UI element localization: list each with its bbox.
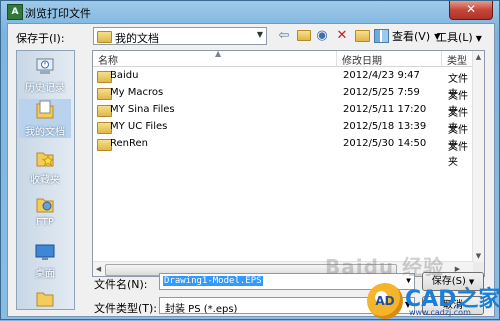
places-bar: 历史记录 我的文档 收藏夹 FTP 桌面 xyxy=(16,50,75,310)
search-web-icon[interactable]: ◉ xyxy=(314,28,330,44)
look-in-dropdown[interactable]: 我的文档 ▼ xyxy=(93,27,267,45)
column-header-type[interactable]: 类型 xyxy=(447,52,467,67)
file-modified: 2012/5/11 17:20 xyxy=(343,104,427,115)
look-in-label: 保存于(I): xyxy=(16,32,65,45)
file-row[interactable]: Baidu 2012/4/23 9:47 文件夹 xyxy=(93,68,474,100)
chevron-down-icon[interactable]: ▼ xyxy=(257,30,263,39)
place-my-documents[interactable]: 我的文档 xyxy=(19,99,71,138)
scroll-left-icon[interactable]: ◀ xyxy=(93,263,104,275)
desktop-icon xyxy=(35,244,55,260)
my-documents-icon xyxy=(36,100,54,119)
views-button[interactable]: 查看(V) ▼ xyxy=(374,28,440,44)
sort-ascending-icon: ▲ xyxy=(215,49,222,58)
file-row[interactable]: MY Sina Files 2012/5/11 17:20 文件夹 xyxy=(93,102,474,134)
file-modified: 2012/5/18 13:39 xyxy=(343,121,427,132)
file-name: My Macros xyxy=(110,87,164,98)
title-bar[interactable]: A 浏览打印文件 ✕ xyxy=(1,1,499,23)
folder-icon xyxy=(36,292,54,307)
file-type: 文件夹 xyxy=(448,142,468,168)
file-name-label: 文件名(N): xyxy=(94,278,148,291)
file-list-header: 名称 ▲ 修改日期 类型 xyxy=(93,49,474,67)
scroll-up-icon[interactable]: ▲ xyxy=(473,51,484,63)
place-label: 收藏夹 xyxy=(30,175,60,186)
dialog-window: A 浏览打印文件 ✕ 保存于(I): 我的文档 ▼ ⇦ ◉ ✕ 查看(V) ▼ 工… xyxy=(0,0,500,320)
baidu-watermark: Baidu 经验 xyxy=(325,255,445,279)
views-icon xyxy=(374,29,389,43)
column-divider[interactable] xyxy=(441,51,442,66)
back-icon[interactable]: ⇦ xyxy=(276,28,292,44)
up-folder-icon[interactable] xyxy=(296,28,312,44)
place-more[interactable] xyxy=(19,287,71,311)
file-type-value: 封装 PS (*.eps) xyxy=(165,304,238,315)
column-header-modified[interactable]: 修改日期 xyxy=(342,52,382,67)
file-modified: 2012/5/25 7:59 xyxy=(343,87,420,98)
file-type-label: 文件类型(T): xyxy=(94,302,158,315)
file-row[interactable]: My Macros 2012/5/25 7:59 文件夹 xyxy=(93,85,474,117)
place-label: 桌面 xyxy=(35,269,55,280)
cad-watermark-url: www.cadzj.com xyxy=(409,308,471,317)
folder-icon xyxy=(97,31,112,43)
place-favorites[interactable]: 收藏夹 xyxy=(19,147,71,186)
place-history[interactable]: 历史记录 xyxy=(19,55,71,94)
new-folder-icon[interactable] xyxy=(354,28,370,44)
file-row[interactable]: MY UC Files 2012/5/18 13:39 文件夹 xyxy=(93,119,474,151)
close-button[interactable]: ✕ xyxy=(449,1,493,20)
scroll-down-icon[interactable]: ▼ xyxy=(473,250,484,262)
history-icon xyxy=(36,58,54,74)
column-divider[interactable] xyxy=(336,51,337,66)
tools-button[interactable]: 工具(L) ▼ xyxy=(436,29,482,45)
dialog-app-icon: A xyxy=(7,4,23,20)
window-title: 浏览打印文件 xyxy=(25,7,91,20)
vertical-scrollbar[interactable]: ▲ ▼ xyxy=(472,51,484,262)
delete-icon[interactable]: ✕ xyxy=(334,28,350,44)
place-desktop[interactable]: 桌面 xyxy=(19,241,71,280)
file-row[interactable]: RenRen 2012/5/30 14:50 文件夹 xyxy=(93,136,474,168)
favorites-icon xyxy=(36,152,55,167)
chevron-down-icon: ▼ xyxy=(475,34,482,43)
column-header-name[interactable]: 名称 xyxy=(98,52,118,67)
file-name: RenRen xyxy=(110,138,148,149)
cad-logo-icon: AD xyxy=(367,283,403,319)
cad-watermark: AD CAD之家 www.cadzj.com xyxy=(367,281,500,321)
place-label: 历史记录 xyxy=(25,83,65,94)
file-name: MY Sina Files xyxy=(110,104,175,115)
place-label: FTP xyxy=(36,217,54,228)
look-in-value: 我的文档 xyxy=(115,32,159,45)
tools-label: 工具(L) xyxy=(436,31,473,44)
file-modified: 2012/4/23 9:47 xyxy=(343,70,420,81)
ftp-icon xyxy=(36,198,54,213)
file-list[interactable]: 名称 ▲ 修改日期 类型 Baidu 2012/4/23 9:47 文件夹 My… xyxy=(92,49,485,277)
views-label: 查看(V) xyxy=(392,30,431,43)
file-modified: 2012/5/30 14:50 xyxy=(343,138,427,149)
file-name: MY UC Files xyxy=(110,121,168,132)
place-ftp[interactable]: FTP xyxy=(19,193,71,228)
place-label: 我的文档 xyxy=(25,127,65,138)
file-name: Baidu xyxy=(110,70,139,81)
file-name-value: Drawing1-Model.EPS xyxy=(163,276,263,286)
